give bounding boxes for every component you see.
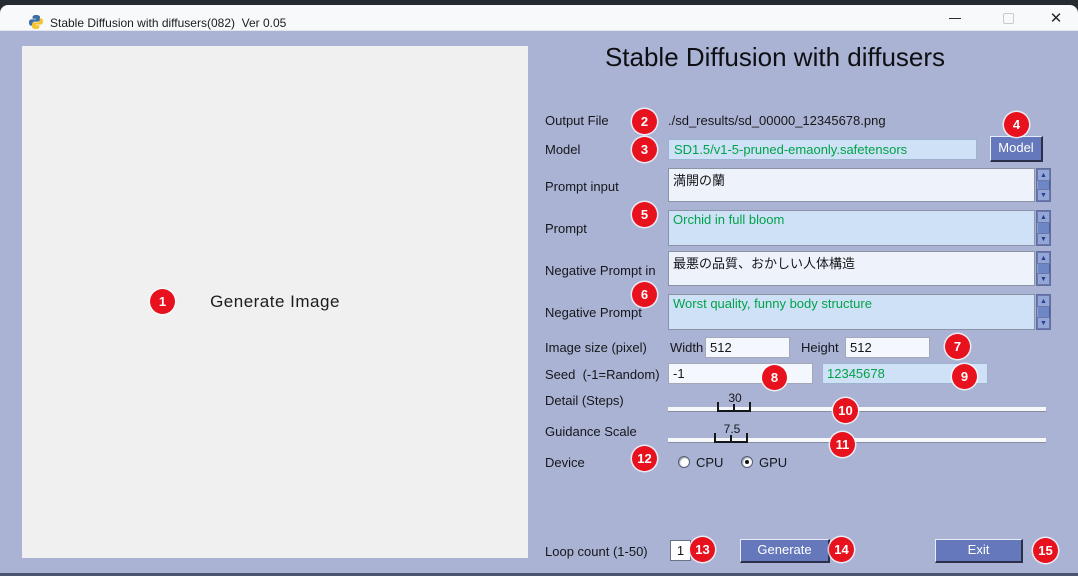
guidance-label: Guidance Scale <box>545 424 637 439</box>
scrollbar-thumb[interactable] <box>1037 264 1050 273</box>
width-label: Width <box>670 340 703 355</box>
scroll-down-icon[interactable]: ▼ <box>1037 189 1050 201</box>
annotation-badge-11: 11 <box>830 432 855 457</box>
scroll-up-icon[interactable]: ▲ <box>1037 211 1050 223</box>
loop-count-input[interactable]: 1 <box>670 540 691 561</box>
image-size-label: Image size (pixel) <box>545 340 647 355</box>
negative-prompt-field-wrap: Worst quality, funny body structure ▲ ▼ <box>668 294 1051 330</box>
prompt-input-field[interactable]: 満開の蘭 <box>668 168 1035 202</box>
seed-input[interactable]: -1 <box>668 363 813 384</box>
height-input[interactable]: 512 <box>845 337 930 358</box>
close-icon: ✕ <box>1050 11 1063 26</box>
exit-button[interactable]: Exit <box>935 539 1023 563</box>
negative-prompt-input-field-wrap: 最悪の品質、おかしい人体構造 ▲ ▼ <box>668 251 1051 286</box>
annotation-badge-1: 1 <box>150 289 175 314</box>
scrollbar-thumb[interactable] <box>1037 223 1050 233</box>
annotation-badge-5: 5 <box>632 202 657 227</box>
annotation-badge-6: 6 <box>632 282 657 307</box>
height-label: Height <box>801 340 845 355</box>
image-preview-panel[interactable]: Generate Image <box>22 46 528 558</box>
maximize-button[interactable] <box>988 5 1028 31</box>
width-input[interactable]: 512 <box>705 337 790 358</box>
annotation-badge-14: 14 <box>829 537 854 562</box>
model-select-button[interactable]: Model <box>990 136 1043 162</box>
radio-gpu-label: GPU <box>759 455 787 470</box>
minimize-icon <box>949 18 961 19</box>
prompt-label: Prompt <box>545 221 587 236</box>
window-title: Stable Diffusion with diffusers(082) Ver… <box>50 16 286 30</box>
scroll-up-icon[interactable]: ▲ <box>1037 169 1050 181</box>
annotation-badge-13: 13 <box>690 537 715 562</box>
annotation-badge-8: 8 <box>762 365 787 390</box>
negative-prompt-label: Negative Prompt <box>545 305 642 320</box>
prompt-input-label: Prompt input <box>545 179 619 194</box>
annotation-badge-12: 12 <box>632 446 657 471</box>
negative-prompt-scrollbar[interactable]: ▲ ▼ <box>1036 294 1051 330</box>
app-window: Stable Diffusion with diffusers(082) Ver… <box>0 0 1078 576</box>
radio-cpu[interactable] <box>678 456 690 468</box>
steps-label: Detail (Steps) <box>545 393 624 408</box>
titlebar: Stable Diffusion with diffusers(082) Ver… <box>0 5 1078 31</box>
annotation-badge-9: 9 <box>952 364 977 389</box>
radio-gpu[interactable] <box>741 456 753 468</box>
annotation-badge-15: 15 <box>1033 538 1058 563</box>
guidance-slider-handle[interactable] <box>714 433 748 443</box>
page-title: Stable Diffusion with diffusers <box>540 42 1010 73</box>
python-app-icon <box>28 14 44 30</box>
minimize-button[interactable] <box>935 5 975 31</box>
scroll-up-icon[interactable]: ▲ <box>1037 252 1050 264</box>
output-file-value: ./sd_results/sd_00000_12345678.png <box>668 113 886 128</box>
scroll-down-icon[interactable]: ▼ <box>1037 317 1050 329</box>
negative-prompt-input-scrollbar[interactable]: ▲ ▼ <box>1036 251 1051 286</box>
scroll-down-icon[interactable]: ▼ <box>1037 233 1050 245</box>
prompt-field[interactable]: Orchid in full bloom <box>668 210 1035 246</box>
annotation-badge-4: 4 <box>1004 112 1029 137</box>
model-path-field[interactable]: SD1.5/v1-5-pruned-emaonly.safetensors <box>668 139 977 160</box>
steps-slider-handle[interactable] <box>717 402 751 412</box>
radio-cpu-label: CPU <box>696 455 723 470</box>
seed-label: Seed (-1=Random) <box>545 367 660 382</box>
negative-prompt-input-field[interactable]: 最悪の品質、おかしい人体構造 <box>668 251 1035 286</box>
annotation-badge-10: 10 <box>833 398 858 423</box>
generate-button[interactable]: Generate <box>740 539 830 563</box>
scroll-down-icon[interactable]: ▼ <box>1037 273 1050 285</box>
prompt-input-scrollbar[interactable]: ▲ ▼ <box>1036 168 1051 202</box>
negative-prompt-field[interactable]: Worst quality, funny body structure <box>668 294 1035 330</box>
output-file-label: Output File <box>545 113 609 128</box>
main-content: Generate Image Stable Diffusion with dif… <box>0 31 1078 576</box>
scrollbar-thumb[interactable] <box>1037 307 1050 317</box>
prompt-scrollbar[interactable]: ▲ ▼ <box>1036 210 1051 246</box>
scrollbar-thumb[interactable] <box>1037 181 1050 189</box>
loop-count-label: Loop count (1-50) <box>545 544 648 559</box>
annotation-badge-7: 7 <box>945 334 970 359</box>
prompt-input-field-wrap: 満開の蘭 ▲ ▼ <box>668 168 1051 202</box>
annotation-badge-2: 2 <box>632 109 657 134</box>
scroll-up-icon[interactable]: ▲ <box>1037 295 1050 307</box>
model-label: Model <box>545 142 580 157</box>
close-button[interactable]: ✕ <box>1036 5 1076 31</box>
preview-placeholder-label: Generate Image <box>210 292 340 312</box>
prompt-field-wrap: Orchid in full bloom ▲ ▼ <box>668 210 1051 246</box>
annotation-badge-3: 3 <box>632 137 657 162</box>
negative-prompt-input-label: Negative Prompt in <box>545 263 656 278</box>
device-label: Device <box>545 455 585 470</box>
maximize-icon <box>1003 13 1014 24</box>
